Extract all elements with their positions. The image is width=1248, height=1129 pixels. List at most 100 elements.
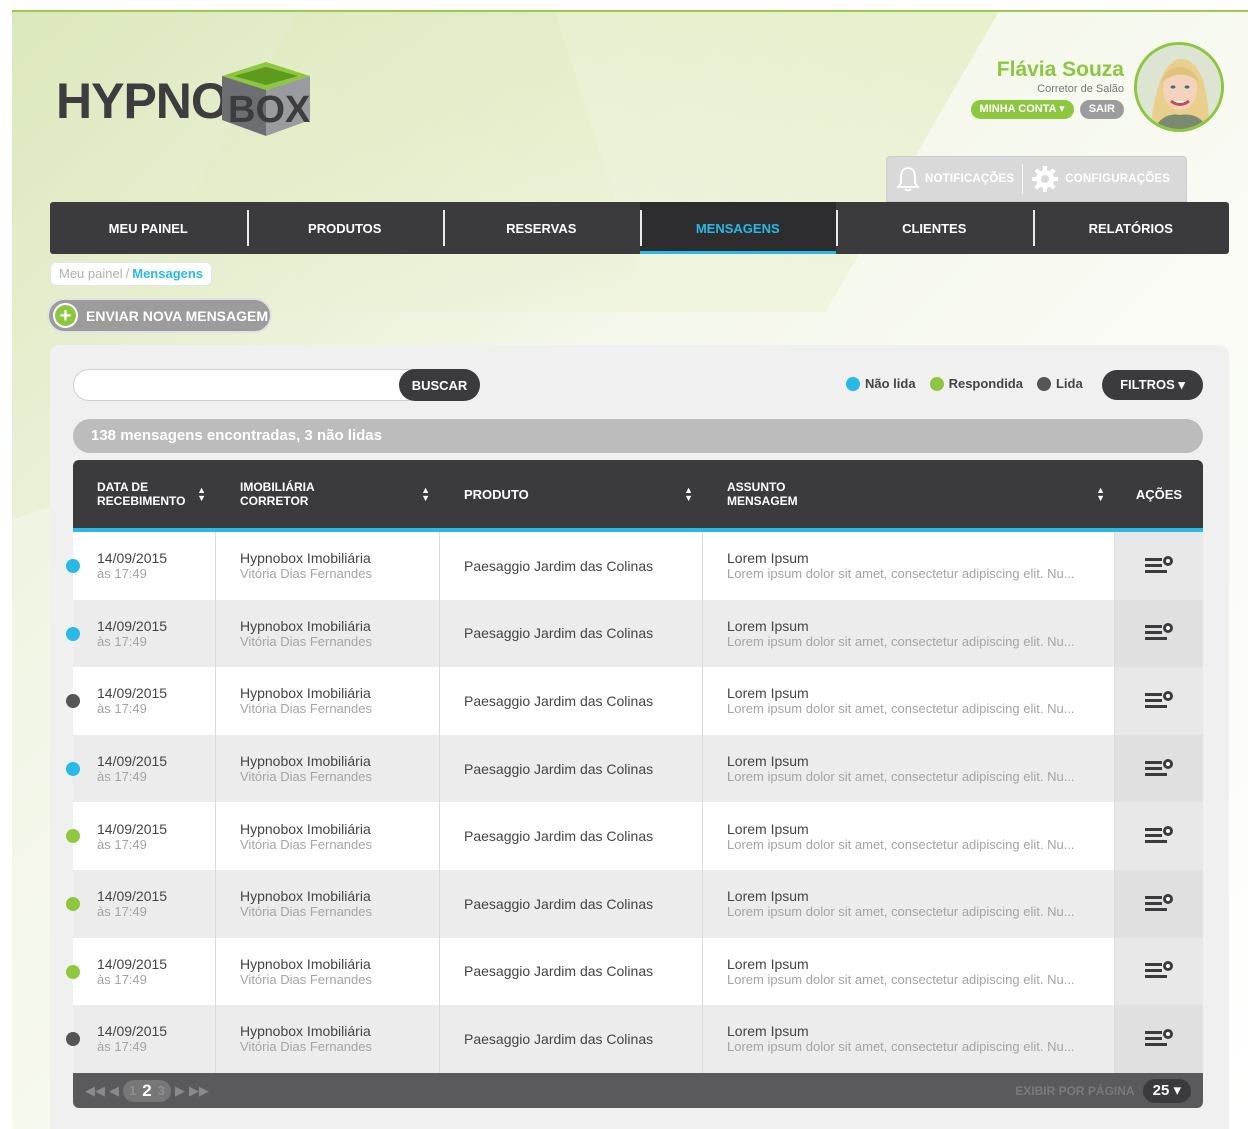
header-date-line2: RECEBIMENTO bbox=[97, 494, 186, 508]
last-page-icon[interactable]: ▶▶ bbox=[189, 1083, 209, 1099]
avatar[interactable] bbox=[1134, 42, 1224, 132]
nav-item-reservas[interactable]: RESERVAS bbox=[443, 202, 640, 254]
first-page-icon[interactable]: ◀◀ bbox=[85, 1083, 105, 1099]
cell-product: Paesaggio Jardim das Colinas bbox=[440, 532, 703, 600]
cell-actions bbox=[1115, 802, 1203, 870]
page-3[interactable]: 3 bbox=[158, 1083, 165, 1098]
message-preview: Lorem ipsum dolor sit amet, consectetur … bbox=[727, 633, 1075, 649]
breadcrumb-root[interactable]: Meu painel bbox=[59, 263, 123, 285]
message-subject: Lorem Ipsum bbox=[727, 550, 809, 567]
agency-name: Hypnobox Imobiliária bbox=[240, 685, 371, 702]
my-account-button[interactable]: MINHA CONTA ▾ bbox=[970, 100, 1074, 119]
status-dot-icon bbox=[66, 896, 80, 911]
sort-arrows-icon[interactable]: ▲ ▼ bbox=[421, 486, 430, 503]
notifications-button[interactable]: NOTIFICAÇÕES bbox=[897, 166, 1014, 192]
broker-name: Vitória Dias Fernandes bbox=[240, 769, 372, 785]
broker-name: Vitória Dias Fernandes bbox=[240, 633, 372, 649]
send-new-message-button[interactable]: + ENVIAR NOVA MENSAGEM bbox=[47, 298, 272, 333]
product-name: Paesaggio Jardim das Colinas bbox=[464, 625, 654, 642]
tools-bar: NOTIFICAÇÕES CONFIGURAÇÕES bbox=[886, 156, 1187, 202]
unread-dot-icon bbox=[846, 376, 860, 391]
agency-name: Hypnobox Imobiliária bbox=[240, 820, 371, 837]
received-date: 14/09/2015 bbox=[97, 617, 168, 634]
legend-label: Respondida bbox=[948, 376, 1023, 391]
sort-arrows-icon[interactable]: ▲ ▼ bbox=[1096, 486, 1105, 503]
table-row[interactable]: 14/09/2015 às 17:49 Hypnobox Imobiliária… bbox=[66, 937, 1203, 1006]
table-row[interactable]: 14/09/2015 às 17:49 Hypnobox Imobiliária… bbox=[66, 532, 1203, 600]
header-subject-line1: ASSUNTO bbox=[727, 480, 786, 494]
tools-divider bbox=[1022, 164, 1024, 194]
user-links: MINHA CONTA ▾ SAIR bbox=[970, 100, 1124, 119]
sort-arrows-icon[interactable]: ▲ ▼ bbox=[684, 486, 693, 503]
table-row[interactable]: 14/09/2015 às 17:49 Hypnobox Imobiliária… bbox=[66, 1005, 1203, 1073]
user-role: Corretor de Salão bbox=[1037, 83, 1124, 95]
search-bar: BUSCAR bbox=[73, 369, 480, 401]
list-settings-icon[interactable] bbox=[1143, 554, 1175, 578]
per-page-select[interactable]: 25 ▾ bbox=[1142, 1078, 1191, 1103]
list-settings-icon[interactable] bbox=[1143, 621, 1175, 645]
agency-name: Hypnobox Imobiliária bbox=[240, 753, 371, 770]
legend-item-unread: Não lida bbox=[846, 376, 916, 391]
message-preview: Lorem ipsum dolor sit amet, consectetur … bbox=[727, 971, 1075, 987]
received-time: às 17:49 bbox=[97, 971, 147, 987]
cell-date: 14/09/2015 às 17:49 bbox=[73, 1005, 216, 1073]
cell-actions bbox=[1115, 667, 1203, 735]
column-header-subject[interactable]: ASSUNTO MENSAGEM ▲ ▼ bbox=[703, 460, 1115, 528]
table-row[interactable]: 14/09/2015 às 17:49 Hypnobox Imobiliária… bbox=[66, 734, 1203, 803]
search-input[interactable] bbox=[73, 369, 413, 401]
cell-agency: Hypnobox Imobiliária Vitória Dias Fernan… bbox=[216, 734, 440, 803]
message-subject: Lorem Ipsum bbox=[727, 820, 809, 837]
list-settings-icon[interactable] bbox=[1143, 892, 1175, 916]
broker-name: Vitória Dias Fernandes bbox=[240, 1039, 372, 1055]
list-settings-icon[interactable] bbox=[1143, 1027, 1175, 1051]
received-date: 14/09/2015 bbox=[97, 888, 168, 905]
received-date: 14/09/2015 bbox=[97, 685, 168, 702]
search-button[interactable]: BUSCAR bbox=[399, 369, 480, 401]
agency-name: Hypnobox Imobiliária bbox=[240, 955, 371, 972]
column-header-product[interactable]: PRODUTO ▲ ▼ bbox=[440, 460, 703, 528]
logout-button[interactable]: SAIR bbox=[1079, 100, 1124, 119]
legend-item-replied: Respondida bbox=[929, 376, 1023, 391]
message-preview: Lorem ipsum dolor sit amet, consectetur … bbox=[727, 566, 1075, 582]
cell-date: 14/09/2015 às 17:49 bbox=[73, 734, 216, 803]
list-settings-icon[interactable] bbox=[1143, 689, 1175, 713]
cell-agency: Hypnobox Imobiliária Vitória Dias Fernan… bbox=[216, 869, 440, 938]
hypnobox-logo[interactable]: HYPNO BOX bbox=[56, 58, 326, 138]
cell-subject: Lorem Ipsum Lorem ipsum dolor sit amet, … bbox=[703, 599, 1115, 668]
list-settings-icon[interactable] bbox=[1143, 824, 1175, 848]
next-page-icon[interactable]: ▶ bbox=[175, 1083, 185, 1099]
list-settings-icon[interactable] bbox=[1143, 757, 1175, 781]
filters-button[interactable]: FILTROS ▾ bbox=[1102, 370, 1203, 400]
broker-name: Vitória Dias Fernandes bbox=[240, 904, 372, 920]
prev-page-icon[interactable]: ◀ bbox=[109, 1083, 119, 1099]
nav-item-relatorios[interactable]: RELATÓRIOS bbox=[1032, 202, 1230, 254]
message-subject: Lorem Ipsum bbox=[727, 1023, 809, 1040]
column-header-agency[interactable]: IMOBILIÁRIA CORRETOR ▲ ▼ bbox=[216, 460, 440, 528]
user-name: Flávia Souza bbox=[996, 58, 1124, 81]
table-row[interactable]: 14/09/2015 às 17:49 Hypnobox Imobiliária… bbox=[66, 599, 1203, 668]
table-body: 14/09/2015 às 17:49 Hypnobox Imobiliária… bbox=[66, 532, 1203, 1073]
broker-name: Vitória Dias Fernandes bbox=[240, 836, 372, 852]
sort-arrows-icon[interactable]: ▲ ▼ bbox=[197, 486, 206, 503]
table-row[interactable]: 14/09/2015 às 17:49 Hypnobox Imobiliária… bbox=[66, 667, 1203, 735]
nav-item-meu-painel[interactable]: MEU PAINEL bbox=[50, 202, 247, 254]
page-1[interactable]: 1 bbox=[129, 1083, 136, 1098]
column-header-date[interactable]: DATA DE RECEBIMENTO ▲ ▼ bbox=[73, 460, 216, 528]
per-page-label: EXIBIR POR PÁGINA bbox=[1015, 1083, 1135, 1098]
nav-item-mensagens[interactable]: MENSAGENS bbox=[639, 202, 836, 254]
table-row[interactable]: 14/09/2015 às 17:49 Hypnobox Imobiliária… bbox=[66, 869, 1203, 938]
agency-name: Hypnobox Imobiliária bbox=[240, 617, 371, 634]
list-settings-icon[interactable] bbox=[1143, 959, 1175, 983]
page-numbers: 1 2 3 bbox=[123, 1079, 171, 1102]
message-subject: Lorem Ipsum bbox=[727, 888, 809, 905]
table-row[interactable]: 14/09/2015 às 17:49 Hypnobox Imobiliária… bbox=[66, 802, 1203, 870]
cell-actions bbox=[1115, 734, 1203, 803]
product-name: Paesaggio Jardim das Colinas bbox=[464, 895, 654, 912]
settings-button[interactable]: CONFIGURAÇÕES bbox=[1031, 165, 1170, 193]
page-2-current[interactable]: 2 bbox=[142, 1081, 151, 1101]
nav-item-produtos[interactable]: PRODUTOS bbox=[246, 202, 444, 254]
cell-actions bbox=[1115, 599, 1203, 668]
cell-actions bbox=[1115, 937, 1203, 1006]
nav-item-clientes[interactable]: CLIENTES bbox=[836, 202, 1033, 254]
agency-name: Hypnobox Imobiliária bbox=[240, 888, 371, 905]
